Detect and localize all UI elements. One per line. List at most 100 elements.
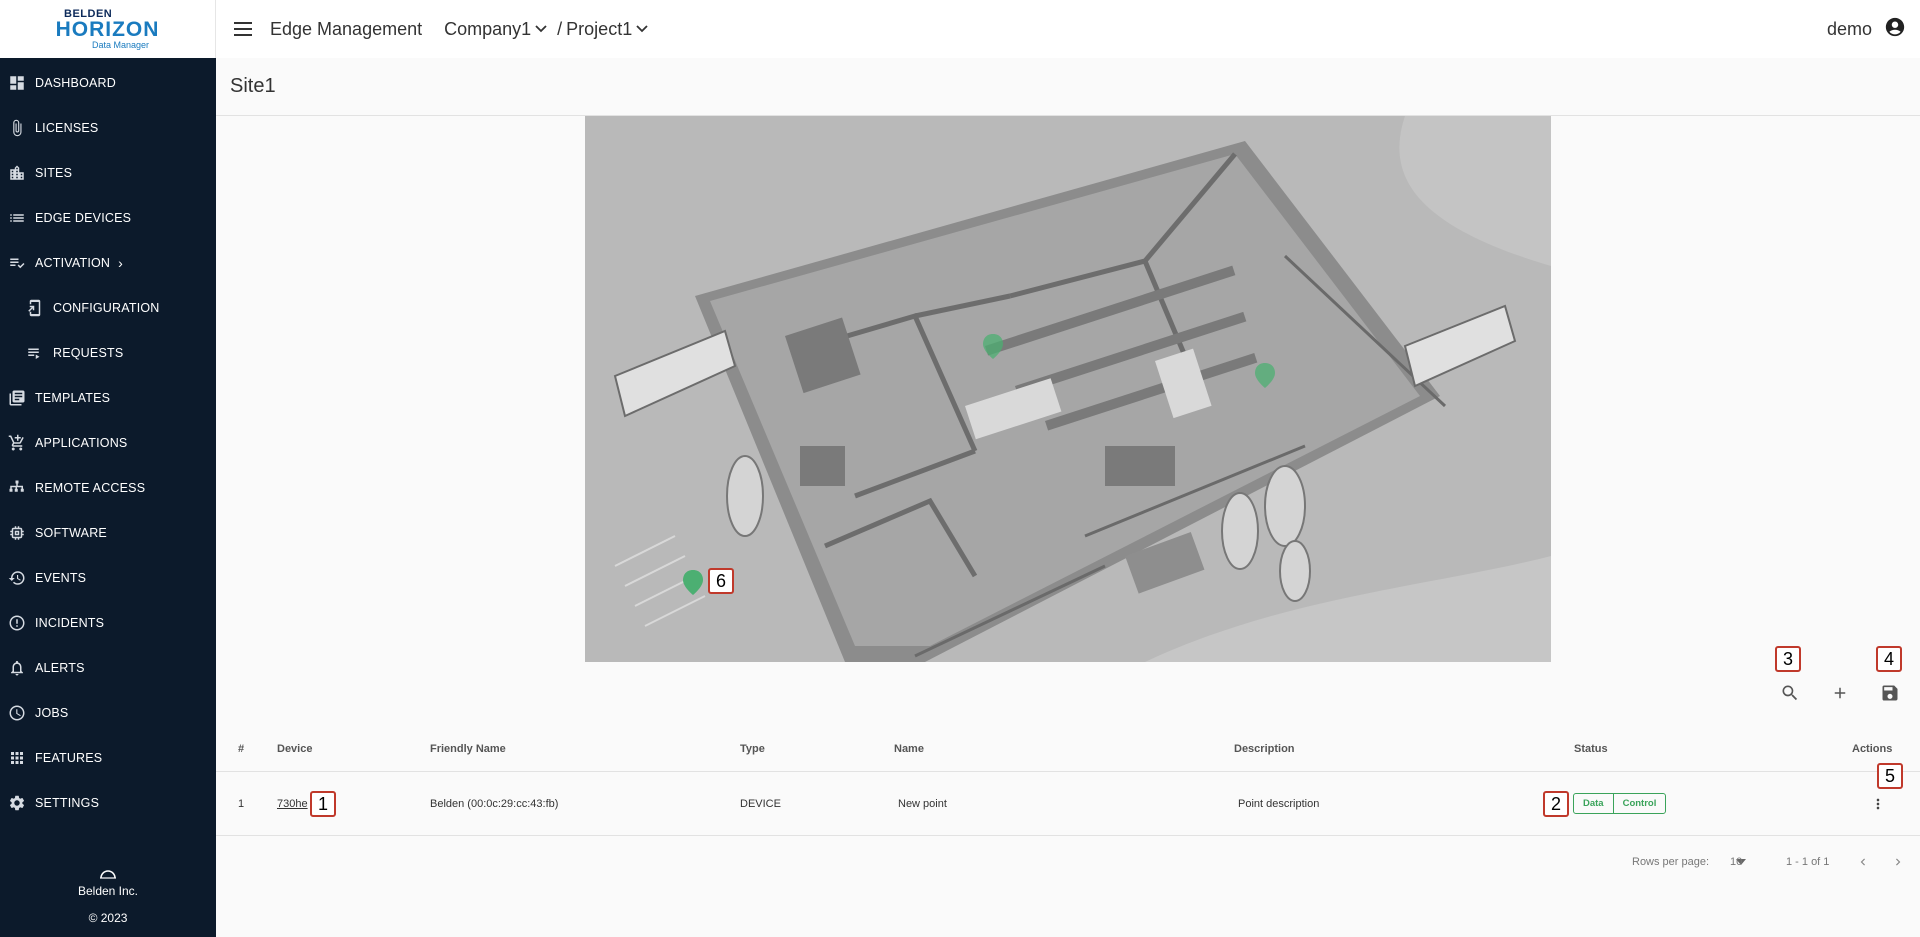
sidebar-item-templates[interactable]: TEMPLATES — [0, 375, 216, 420]
rows-per-page-value: 10 — [1730, 856, 1743, 868]
history-icon — [6, 567, 28, 589]
company-selector[interactable]: Company1 — [444, 19, 531, 40]
sidebar-item-alerts[interactable]: ALERTS — [0, 645, 216, 690]
sidebar-item-licenses[interactable]: LICENSES — [0, 105, 216, 150]
sidebar-item-label: EVENTS — [35, 570, 87, 585]
sidebar-item-applications[interactable]: APPLICATIONS — [0, 420, 216, 465]
col-header-type[interactable]: Type — [740, 726, 765, 771]
building-icon — [6, 162, 28, 184]
sidebar-item-label: SETTINGS — [35, 795, 100, 810]
annotation-tag: 4 — [1876, 646, 1902, 672]
clock-icon — [6, 702, 28, 724]
status-chip-data: Data — [1583, 798, 1604, 809]
sidebar-item-label: REMOTE ACCESS — [35, 480, 146, 495]
sidebar-item-incidents[interactable]: INCIDENTS — [0, 600, 216, 645]
sidebar-item-configuration[interactable]: CONFIGURATION — [0, 285, 216, 330]
sidebar-item-sites[interactable]: SITES — [0, 150, 216, 195]
save-button[interactable] — [1876, 679, 1904, 707]
sidebar-item-label: APPLICATIONS — [35, 435, 128, 450]
sidebar-nav: DASHBOARD LICENSES SITES EDGE DEVICES AC… — [0, 60, 216, 825]
sidebar-item-label: EDGE DEVICES — [35, 210, 132, 225]
more-actions-button[interactable] — [1870, 772, 1886, 835]
gear-icon — [6, 792, 28, 814]
sidebar-item-jobs[interactable]: JOBS — [0, 690, 216, 735]
sidebar-item-label: SITES — [35, 165, 73, 180]
more-vert-icon — [1876, 798, 1880, 809]
chevron-left-icon — [1860, 858, 1865, 866]
sidebar-item-events[interactable]: EVENTS — [0, 555, 216, 600]
apps-grid-icon — [6, 747, 28, 769]
belden-mark-icon — [100, 870, 116, 879]
row-index: 1 — [238, 797, 245, 810]
device-link[interactable]: 730he — [277, 772, 308, 835]
sidebar-item-label: CONFIGURATION — [53, 300, 160, 315]
sidebar-item-settings[interactable]: SETTINGS — [0, 780, 216, 825]
save-icon — [1882, 685, 1898, 701]
col-header-name[interactable]: Name — [894, 726, 924, 771]
username: demo — [1826, 18, 1872, 39]
plus-icon — [1834, 687, 1846, 699]
sidebar-item-dashboard[interactable]: DASHBOARD — [0, 60, 216, 105]
status-chips: Data Control — [1573, 772, 1667, 835]
annotation-tag: 2 — [1543, 791, 1569, 817]
sidebar-item-remote-access[interactable]: REMOTE ACCESS — [0, 465, 216, 510]
account-circle-icon[interactable] — [1884, 16, 1906, 43]
sidebar-item-label: SOFTWARE — [35, 525, 107, 540]
sidebar-item-label: LICENSES — [35, 120, 99, 135]
chevron-down-icon[interactable] — [535, 22, 547, 36]
alert-circle-icon — [6, 612, 28, 634]
col-header-description[interactable]: Description — [1234, 726, 1295, 771]
annotation-tag: 3 — [1775, 646, 1801, 672]
sidebar-item-edge-devices[interactable]: EDGE DEVICES — [0, 195, 216, 240]
dashboard-icon — [6, 72, 28, 94]
menu-icon[interactable] — [232, 18, 254, 40]
point-description: Point description — [1238, 797, 1320, 810]
col-header-status[interactable]: Status — [1574, 726, 1608, 771]
company-name: Belden Inc. — [77, 884, 139, 898]
rows-per-page-label: Rows per page: — [1632, 856, 1710, 868]
sidebar-item-activation[interactable]: ACTIVATION › — [0, 240, 216, 285]
queue-icon — [24, 342, 46, 364]
pagination: Rows per page: 10 1 - 1 of 1 — [216, 836, 1920, 888]
page-range: 1 - 1 of 1 — [1786, 856, 1830, 868]
sidebar-item-software[interactable]: SOFTWARE — [0, 510, 216, 555]
chevron-down-icon[interactable] — [636, 22, 648, 36]
marker-label: 6 — [708, 568, 734, 594]
network-icon — [6, 477, 28, 499]
prev-page-button[interactable] — [1856, 836, 1870, 888]
chip-icon — [6, 522, 28, 544]
rows-per-page-select[interactable]: 10 — [1730, 836, 1746, 888]
cart-icon — [6, 432, 28, 454]
sidebar-item-features[interactable]: FEATURES — [0, 735, 216, 780]
annotation-tag: 1 — [310, 791, 336, 817]
col-header-device[interactable]: Device — [277, 726, 312, 771]
page-title: Site1 — [216, 58, 1920, 116]
sidebar-item-label: TEMPLATES — [35, 390, 111, 405]
sidebar-item-label: ALERTS — [35, 660, 85, 675]
library-icon — [6, 387, 28, 409]
list-icon — [6, 207, 28, 229]
search-button[interactable] — [1776, 679, 1804, 707]
table-row[interactable]: 1 730he 1 Belden (00:0c:29:cc:43:fb) DEV… — [216, 763, 1920, 836]
col-header-index: # — [238, 742, 245, 755]
bell-icon — [6, 657, 28, 679]
paperclip-icon — [6, 117, 28, 139]
sidebar-item-label: ACTIVATION — [35, 255, 111, 270]
logo-product: HORIZON — [55, 17, 160, 41]
logo-tagline: Data Manager — [91, 39, 149, 50]
user-menu[interactable]: demo — [1827, 0, 1906, 58]
breadcrumb: Company1 / Project1 — [444, 19, 648, 40]
app-title: Edge Management — [270, 18, 423, 39]
add-button[interactable] — [1826, 679, 1854, 707]
table-header: # Device Friendly Name Type Name Descrip… — [216, 726, 1920, 772]
next-page-button[interactable] — [1891, 836, 1905, 888]
top-bar: Edge Management Company1 / Project1 demo — [216, 0, 1920, 58]
site-map[interactable]: 6 — [585, 116, 1551, 662]
sidebar-item-label: DASHBOARD — [35, 75, 116, 90]
search-icon — [1782, 685, 1798, 701]
project-selector[interactable]: Project1 — [566, 19, 632, 40]
col-header-friendly-name[interactable]: Friendly Name — [430, 726, 506, 771]
chevron-right-icon — [1896, 858, 1901, 866]
sidebar-item-requests[interactable]: REQUESTS — [0, 330, 216, 375]
friendly-name: Belden (00:0c:29:cc:43:fb) — [430, 797, 559, 810]
